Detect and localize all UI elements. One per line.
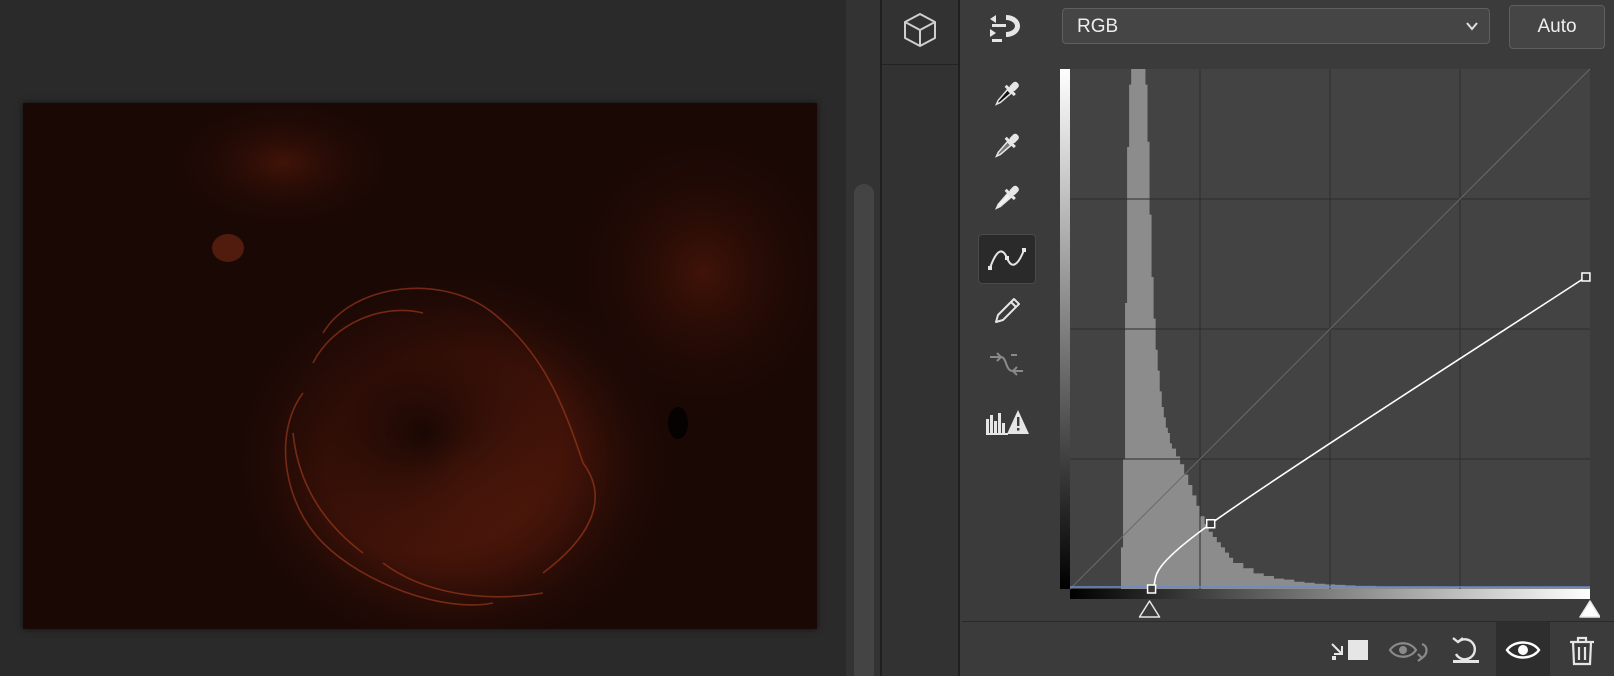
output-gradient-bar xyxy=(1060,69,1070,589)
input-white-slider[interactable] xyxy=(1579,600,1600,618)
panel-tool-strip xyxy=(882,0,960,676)
auto-button[interactable]: Auto xyxy=(1509,5,1605,49)
curve-control-point[interactable] xyxy=(1146,584,1157,594)
gray-point-eyedropper-icon[interactable] xyxy=(986,126,1026,166)
curve-control-point[interactable] xyxy=(1581,272,1591,282)
curves-graph[interactable] xyxy=(1060,66,1600,626)
visibility-eye-icon[interactable] xyxy=(1502,634,1544,666)
chevron-down-icon xyxy=(1465,19,1479,38)
reset-icon[interactable] xyxy=(1446,632,1486,668)
curve-control-point[interactable] xyxy=(1205,518,1216,529)
input-black-slider[interactable] xyxy=(1138,600,1161,618)
strip-separator xyxy=(882,64,960,65)
pencil-draw-icon[interactable] xyxy=(986,292,1026,332)
clip-to-layer-icon[interactable] xyxy=(1328,634,1372,666)
nebula-image xyxy=(23,103,817,629)
trash-icon[interactable] xyxy=(1562,632,1602,670)
channel-select-value: RGB xyxy=(1077,16,1119,37)
adjust-target-icon[interactable] xyxy=(984,10,1028,46)
clipping-warning-icon[interactable] xyxy=(984,404,1030,440)
view-previous-state-icon xyxy=(1388,634,1432,666)
curve-point-tool-icon[interactable] xyxy=(986,238,1028,280)
channel-select[interactable]: RGB xyxy=(1062,8,1490,44)
white-point-eyedropper-icon[interactable] xyxy=(986,178,1026,218)
black-point-eyedropper-icon[interactable] xyxy=(986,74,1026,114)
3d-cube-icon[interactable] xyxy=(898,10,942,50)
canvas-scrollbar-thumb[interactable] xyxy=(854,184,874,676)
smooth-curve-icon xyxy=(986,344,1026,384)
